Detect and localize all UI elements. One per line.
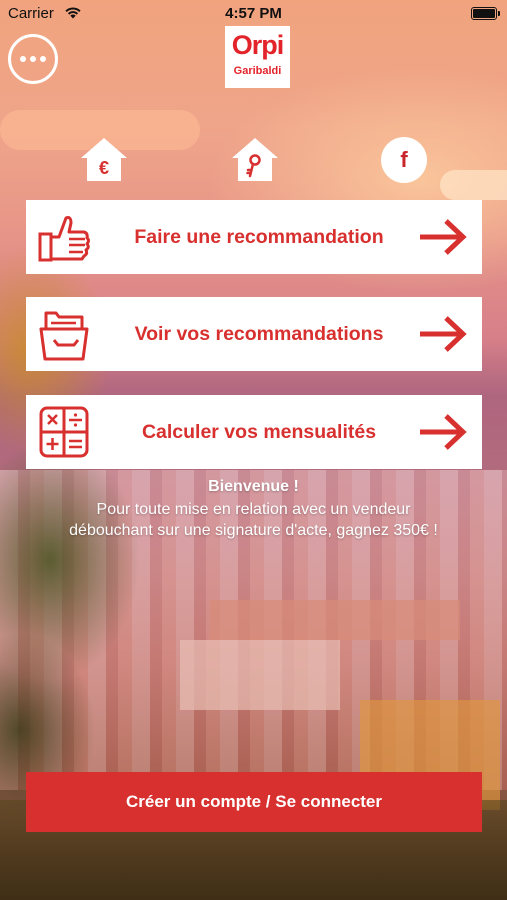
arrow-right-icon xyxy=(420,219,467,255)
status-bar: Carrier 4:57 PM xyxy=(0,0,507,28)
euro-house-icon[interactable]: € xyxy=(79,136,129,182)
status-time: 4:57 PM xyxy=(225,5,282,22)
arrow-right-icon xyxy=(420,316,467,352)
calculate-payments-label: Calculer vos mensualités xyxy=(141,420,377,443)
welcome-line-2: débouchant sur une signature d'acte, gag… xyxy=(69,522,438,539)
view-recommendations-button[interactable]: Voir vos recommandations xyxy=(26,297,482,371)
view-recommendations-label: Voir vos recommandations xyxy=(134,322,384,345)
calculate-payments-button[interactable]: Calculer vos mensualités xyxy=(26,395,482,469)
recommend-label: Faire une recommandation xyxy=(134,225,384,248)
welcome-message: Bienvenue ! Pour toute mise en relation … xyxy=(20,477,487,541)
facebook-icon[interactable]: f xyxy=(381,137,427,183)
orpi-logo: Orpi Garibaldi xyxy=(225,26,290,88)
calculator-icon xyxy=(39,406,89,458)
folder-tray-icon xyxy=(39,311,89,361)
more-horizontal-icon xyxy=(20,56,26,62)
arrow-right-icon xyxy=(420,414,467,450)
svg-text:€: € xyxy=(99,158,109,178)
recommend-button[interactable]: Faire une recommandation xyxy=(26,200,482,274)
more-menu-button[interactable] xyxy=(8,34,58,84)
logo-main-text: Orpi xyxy=(231,30,285,60)
create-account-login-button[interactable]: Créer un compte / Se connecter xyxy=(26,772,482,832)
battery-icon xyxy=(471,7,500,20)
key-house-icon[interactable] xyxy=(230,136,280,182)
logo-agency-text: Garibaldi xyxy=(233,65,282,77)
thumbs-up-icon xyxy=(38,216,90,262)
welcome-title: Bienvenue ! xyxy=(208,478,299,495)
welcome-line-1: Pour toute mise en relation avec un vend… xyxy=(96,501,411,518)
